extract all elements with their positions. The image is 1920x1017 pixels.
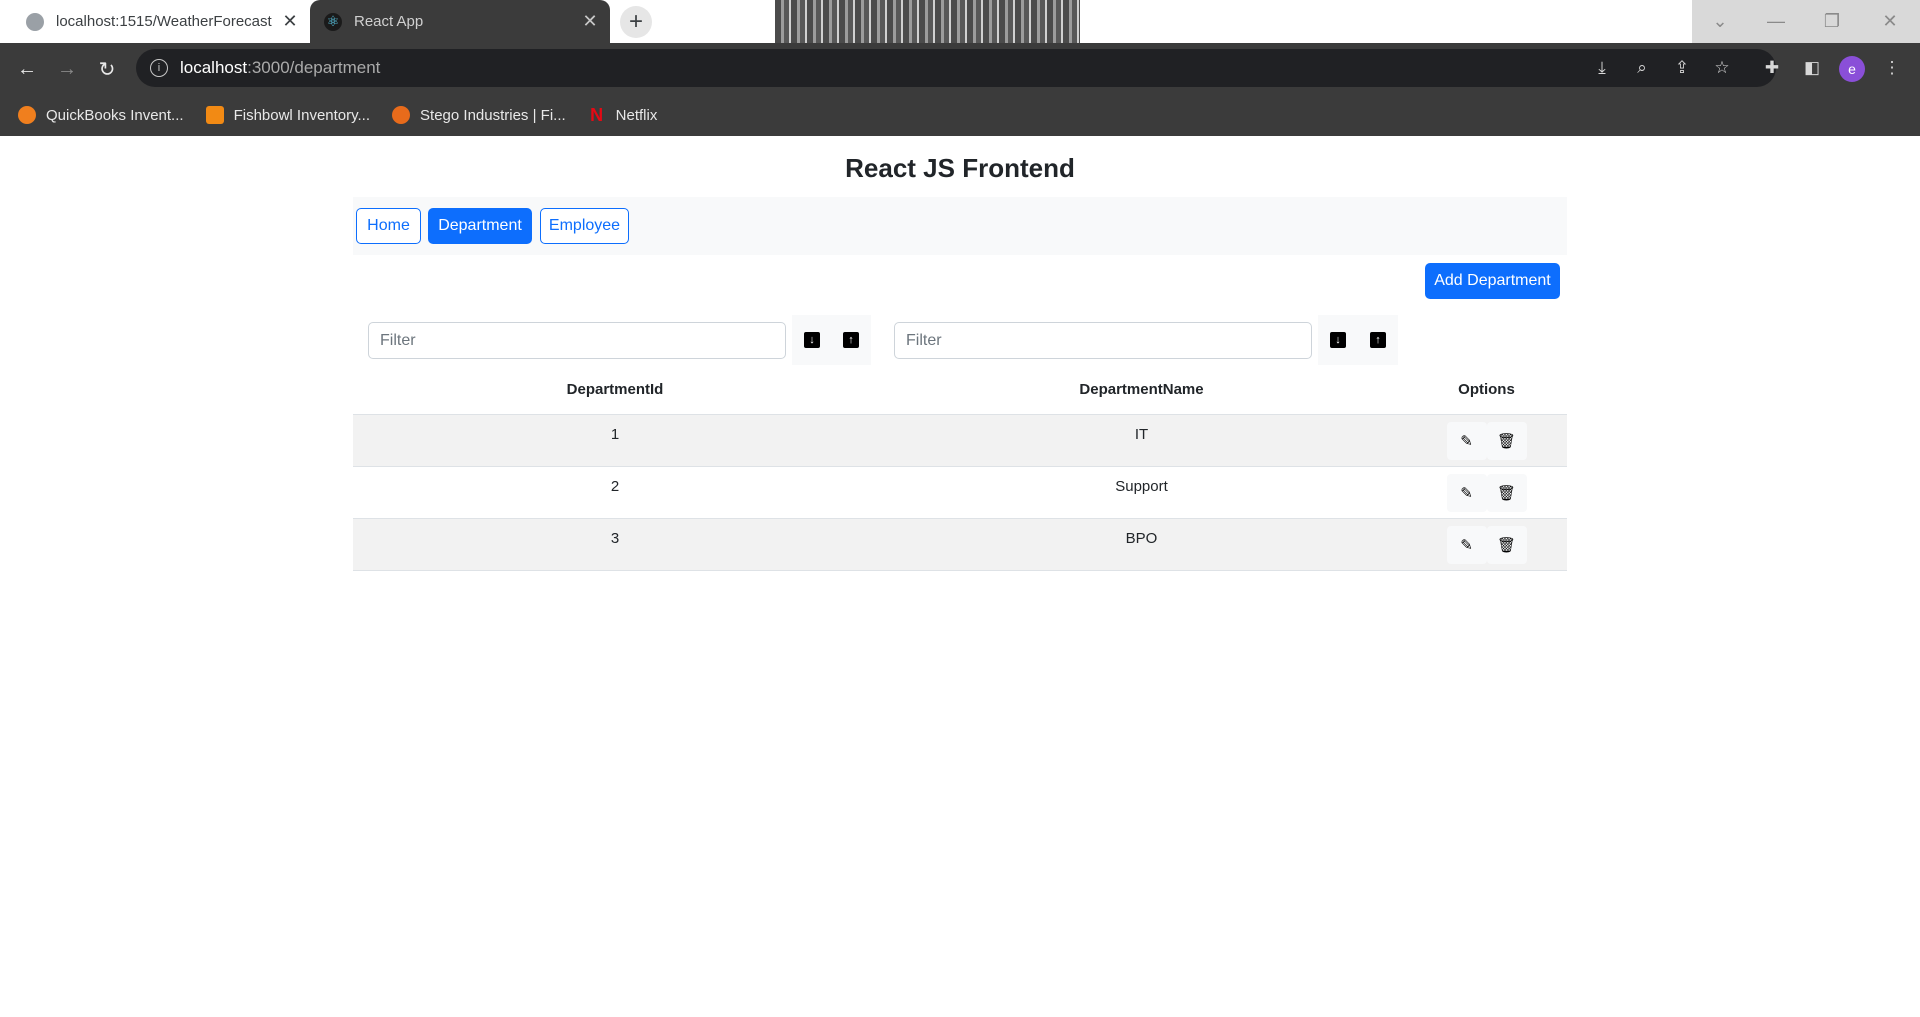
close-tab-icon[interactable]: ✕ xyxy=(580,11,600,32)
page-content: React JS Frontend Home Department Employ… xyxy=(0,136,1920,1017)
nav-department-link[interactable]: Department xyxy=(428,208,532,244)
arrow-up-icon: ↑ xyxy=(1370,332,1386,348)
edit-icon: ✎ xyxy=(1460,432,1473,450)
table-row: 1 IT ✎ 🗑 xyxy=(353,415,1567,467)
cell-department-name: BPO xyxy=(1125,530,1158,547)
bookmark-netflix[interactable]: N Netflix xyxy=(588,104,658,125)
bookmark-star-icon[interactable]: ☆ xyxy=(1710,56,1734,80)
minimize-button[interactable]: — xyxy=(1748,0,1804,43)
bookmarks-bar: QuickBooks Invent... Fishbowl Inventory.… xyxy=(0,94,1920,136)
fishbowl-icon xyxy=(205,106,224,124)
reload-icon[interactable]: ↻ xyxy=(92,54,122,84)
sort-name-desc-button[interactable]: ↓ xyxy=(1318,315,1358,365)
cell-department-id: 3 xyxy=(610,530,620,547)
tab-strip: localhost:1515/WeatherForecast ✕ ⚛ React… xyxy=(0,0,1920,43)
edit-icon: ✎ xyxy=(1460,484,1473,502)
cell-options: ✎ 🗑 xyxy=(1406,519,1567,570)
quickbooks-icon xyxy=(18,106,36,124)
page-title: React JS Frontend xyxy=(845,153,1075,183)
delete-button[interactable]: 🗑 xyxy=(1486,421,1527,460)
close-window-button[interactable]: ✕ xyxy=(1860,0,1920,43)
delete-button[interactable]: 🗑 xyxy=(1486,473,1527,512)
add-department-button[interactable]: Add Department xyxy=(1425,263,1560,299)
url-path: :3000/department xyxy=(247,58,381,77)
arrow-down-icon: ↓ xyxy=(1330,332,1346,348)
bookmark-label: Stego Industries | Fi... xyxy=(420,106,566,124)
netflix-icon: N xyxy=(590,104,604,125)
bookmark-quickbooks[interactable]: QuickBooks Invent... xyxy=(18,106,184,124)
cell-department-id: 2 xyxy=(610,478,620,495)
table-row: 2 Support ✎ 🗑 xyxy=(353,467,1567,519)
forward-icon[interactable]: → xyxy=(52,54,82,84)
react-icon: ⚛ xyxy=(324,12,342,31)
restore-button[interactable]: ❐ xyxy=(1804,0,1860,43)
back-icon[interactable]: ← xyxy=(12,54,42,84)
cell-department-id: 1 xyxy=(610,426,620,443)
arrow-up-icon: ↑ xyxy=(843,332,859,348)
new-tab-button[interactable]: + xyxy=(620,6,652,38)
department-name-filter-input[interactable]: Filter xyxy=(894,322,1312,359)
address-bar[interactable]: i localhost:3000/department xyxy=(136,49,1776,87)
table-row: 3 BPO ✎ 🗑 xyxy=(353,519,1567,571)
cell-department-name: IT xyxy=(1134,426,1149,443)
stego-icon xyxy=(392,106,411,124)
department-table: DepartmentId DepartmentName Options 1 IT… xyxy=(353,365,1567,571)
edit-button[interactable]: ✎ xyxy=(1446,421,1487,460)
bookmark-label: Fishbowl Inventory... xyxy=(233,106,371,124)
tab-title: localhost:1515/WeatherForecast xyxy=(56,13,272,30)
menu-icon[interactable]: ⋮ xyxy=(1880,56,1904,80)
edit-icon: ✎ xyxy=(1460,536,1473,554)
edit-button[interactable]: ✎ xyxy=(1446,473,1487,512)
header-options: Options xyxy=(1458,381,1515,398)
tab-weatherforecast[interactable]: localhost:1515/WeatherForecast ✕ xyxy=(8,0,310,43)
sort-name-asc-button[interactable]: ↑ xyxy=(1358,315,1398,365)
nav-employee-link[interactable]: Employee xyxy=(540,208,629,244)
arrow-down-icon: ↓ xyxy=(804,332,820,348)
department-id-filter-input[interactable]: Filter xyxy=(368,322,786,359)
cell-department-name: Support xyxy=(1115,478,1168,495)
trash-icon: 🗑 xyxy=(1496,536,1517,554)
share-icon[interactable]: ⇪ xyxy=(1670,56,1694,80)
cell-options: ✎ 🗑 xyxy=(1406,467,1567,518)
side-panel-icon[interactable]: ◧ xyxy=(1800,56,1824,80)
delete-button[interactable]: 🗑 xyxy=(1486,525,1527,564)
sort-id-asc-button[interactable]: ↑ xyxy=(831,315,871,365)
globe-icon xyxy=(26,12,44,31)
bookmark-label: QuickBooks Invent... xyxy=(46,106,184,124)
table-header: DepartmentId DepartmentName Options xyxy=(353,365,1567,415)
install-icon[interactable]: ⤓ xyxy=(1590,56,1614,80)
tab-react-app[interactable]: ⚛ React App ✕ xyxy=(310,0,610,43)
trash-icon: 🗑 xyxy=(1496,432,1517,450)
app-navbar: Home Department Employee xyxy=(353,197,1567,255)
bookmark-stego[interactable]: Stego Industries | Fi... xyxy=(392,106,566,124)
bookmark-fishbowl[interactable]: Fishbowl Inventory... xyxy=(205,106,371,124)
extensions-icon[interactable]: ✚ xyxy=(1760,56,1784,80)
url-host: localhost xyxy=(180,58,248,77)
sort-id-desc-button[interactable]: ↓ xyxy=(792,315,832,365)
zoom-icon[interactable]: ⌕ xyxy=(1630,56,1654,80)
header-department-name: DepartmentName xyxy=(1079,381,1204,398)
trash-icon: 🗑 xyxy=(1496,484,1517,502)
tab-search-icon[interactable]: ⌄ xyxy=(1692,0,1748,43)
profile-avatar[interactable]: e xyxy=(1839,56,1865,82)
nav-home-link[interactable]: Home xyxy=(356,208,421,244)
close-tab-icon[interactable]: ✕ xyxy=(280,11,300,32)
overlay-graphic xyxy=(775,0,1080,43)
browser-toolbar: ← → ↻ i localhost:3000/department ⤓ ⌕ ⇪ … xyxy=(0,43,1920,94)
cell-options: ✎ 🗑 xyxy=(1406,415,1567,466)
bookmark-label: Netflix xyxy=(615,106,658,124)
tab-title: React App xyxy=(354,13,424,30)
edit-button[interactable]: ✎ xyxy=(1446,525,1487,564)
site-info-icon[interactable]: i xyxy=(150,59,168,77)
header-department-id: DepartmentId xyxy=(566,381,664,398)
